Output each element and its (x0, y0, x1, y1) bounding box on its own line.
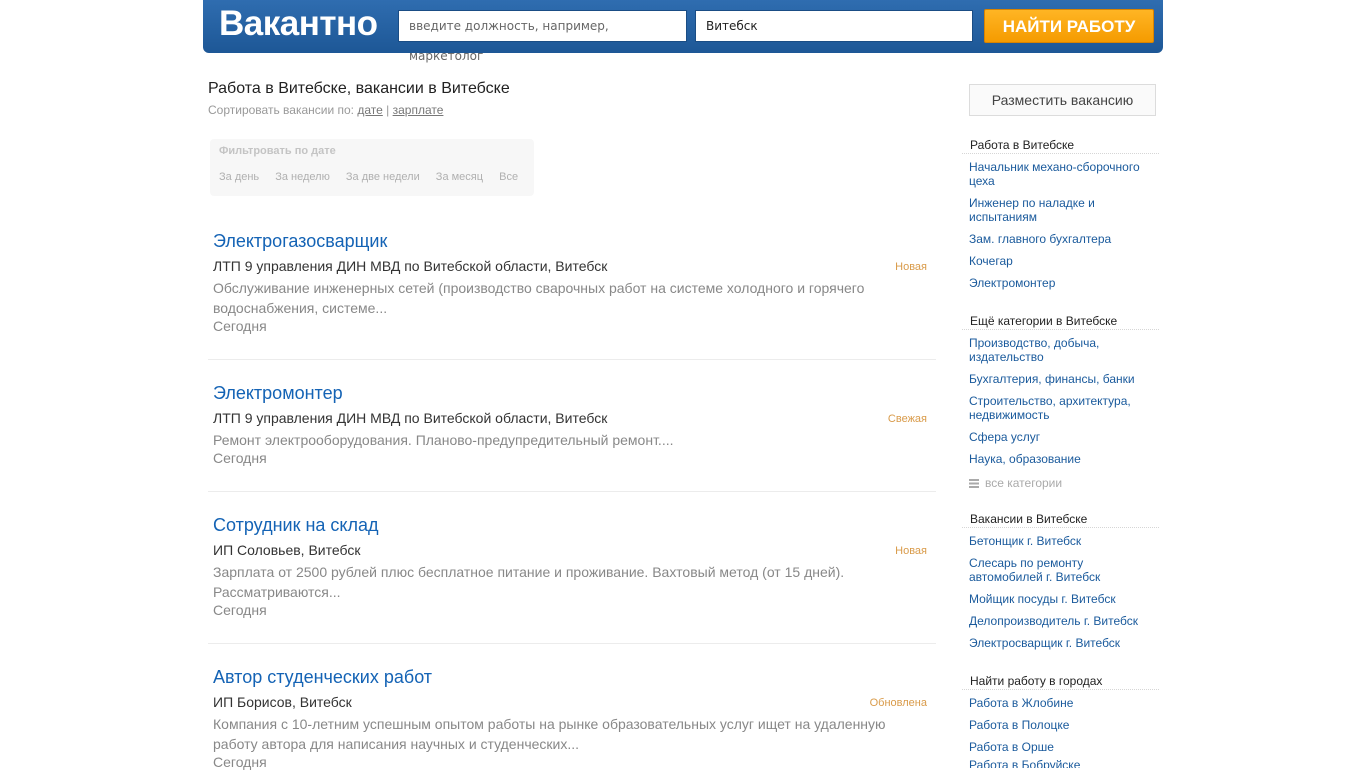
sidebar-link[interactable]: Зам. главного бухгалтера (969, 232, 1154, 246)
sidebar-link[interactable]: Наука, образование (969, 452, 1154, 466)
job-badge: Новая (895, 545, 927, 557)
sidebar-link[interactable]: Работа в Бобруйске (969, 758, 1154, 768)
job-separator (208, 359, 936, 360)
sidebar-link[interactable]: Строительство, архитектура, недвижимость (969, 394, 1154, 422)
job-date: Сегодня (213, 318, 267, 334)
job-date: Сегодня (213, 450, 267, 466)
job-company: ЛТП 9 управления ДИН МВД по Витебской об… (213, 410, 608, 426)
sidebar-heading-cities: Найти работу в городах (962, 674, 1159, 690)
job-company: ИП Соловьев, Витебск (213, 542, 361, 558)
sort-label: Сортировать вакансии по: (208, 103, 355, 117)
sidebar-link[interactable]: Работа в Орше (969, 740, 1154, 754)
all-categories-link[interactable]: все категории (969, 476, 1062, 490)
page-title: Работа в Витебске, вакансии в Витебске (208, 80, 510, 97)
filter-day[interactable]: За день (219, 171, 259, 183)
job-company: ЛТП 9 управления ДИН МВД по Витебской об… (213, 258, 608, 274)
sidebar-link[interactable]: Работа в Полоцке (969, 718, 1154, 732)
menu-icon (969, 479, 979, 488)
sidebar-link[interactable]: Слесарь по ремонту автомобилей г. Витебс… (969, 556, 1154, 584)
job-date: Сегодня (213, 602, 267, 618)
sidebar-link[interactable]: Электромонтер (969, 276, 1154, 290)
date-filter-title: Фильтровать по дате (219, 145, 336, 157)
sidebar-link[interactable]: Электросварщик г. Витебск (969, 636, 1154, 650)
sidebar-link[interactable]: Бухгалтерия, финансы, банки (969, 372, 1154, 386)
job-badge: Свежая (887, 413, 927, 425)
job-item: Электромонтер ЛТП 9 управления ДИН МВД п… (213, 383, 928, 466)
job-item: Электрогазосварщик ЛТП 9 управления ДИН … (213, 231, 928, 334)
date-filter-options: За день За неделю За две недели За месяц… (219, 171, 531, 183)
sidebar-heading-work: Работа в Витебске (962, 138, 1159, 154)
job-description: Обслуживание инженерных сетей (производс… (213, 280, 865, 316)
filter-month[interactable]: За месяц (436, 171, 483, 183)
job-item: Автор студенческих работ ИП Борисов, Вит… (213, 667, 928, 770)
job-badge: Новая (895, 261, 927, 273)
job-item: Сотрудник на склад ИП Соловьев, Витебск … (213, 515, 928, 618)
sidebar-heading-vacancies: Вакансии в Витебске (962, 512, 1159, 528)
job-separator (208, 491, 936, 492)
sidebar-link[interactable]: Делопроизводитель г. Витебск (969, 614, 1154, 628)
site-header: Вакантно введите должность, например, ма… (203, 0, 1163, 63)
sidebar-link[interactable]: Кочегар (969, 254, 1154, 268)
sidebar-link[interactable]: Сфера услуг (969, 430, 1154, 444)
sort-by-salary-link[interactable]: зарплате (393, 103, 444, 117)
post-vacancy-button[interactable]: Разместить вакансию (969, 84, 1156, 116)
job-search-input[interactable]: введите должность, например, маркетолог (398, 10, 687, 63)
sidebar-link[interactable]: Производство, добыча, издательство (969, 336, 1154, 364)
job-description: Ремонт электрооборудования. Планово-пред… (213, 432, 674, 448)
filter-two-weeks[interactable]: За две недели (346, 171, 420, 183)
job-title-link[interactable]: Электромонтер (213, 383, 928, 404)
filter-all[interactable]: Все (499, 171, 518, 183)
sidebar-link[interactable]: Начальник механо-сборочного цеха (969, 160, 1154, 188)
job-title-link[interactable]: Автор студенческих работ (213, 667, 928, 688)
all-categories-label: все категории (985, 476, 1063, 490)
city-input[interactable]: Витебск (695, 10, 973, 42)
site-logo[interactable]: Вакантно (219, 4, 378, 44)
sidebar-link[interactable]: Мойщик посуды г. Витебск (969, 592, 1154, 606)
sort-by-date-link[interactable]: дате (357, 103, 382, 117)
job-separator (208, 643, 936, 644)
job-description: Компания с 10-летним успешным опытом раб… (213, 716, 886, 752)
find-job-button[interactable]: НАЙТИ РАБОТУ (984, 9, 1154, 43)
sidebar-heading-categories: Ещё категории в Витебске (962, 314, 1159, 330)
job-title-link[interactable]: Электрогазосварщик (213, 231, 928, 252)
job-description: Зарплата от 2500 рублей плюс бесплатное … (213, 564, 845, 600)
sort-controls: Сортировать вакансии по: дате | зарплате (208, 103, 443, 117)
job-badge: Обновлена (869, 697, 927, 709)
sidebar-link[interactable]: Бетонщик г. Витебск (969, 534, 1154, 548)
filter-week[interactable]: За неделю (275, 171, 330, 183)
date-filter: Фильтровать по дате За день За неделю За… (210, 139, 534, 196)
sidebar-link[interactable]: Работа в Жлобине (969, 696, 1154, 710)
job-title-link[interactable]: Сотрудник на склад (213, 515, 928, 536)
sidebar-link[interactable]: Инженер по наладке и испытаниям (969, 196, 1154, 224)
job-company: ИП Борисов, Витебск (213, 694, 352, 710)
sort-separator: | (386, 103, 390, 117)
